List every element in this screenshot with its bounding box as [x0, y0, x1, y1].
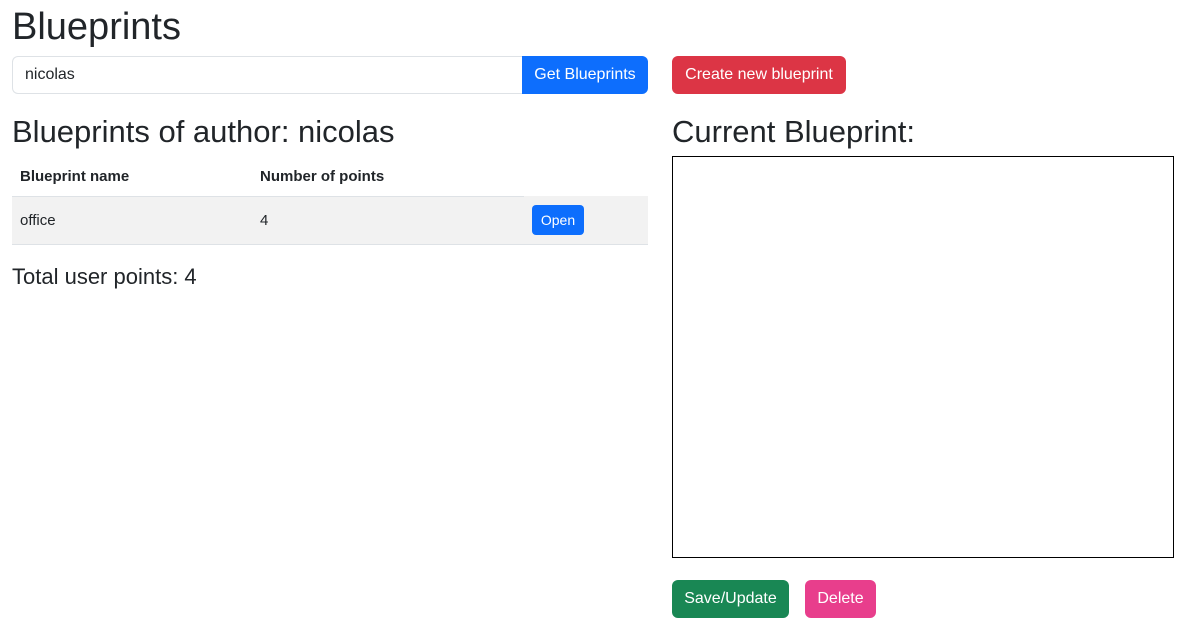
column-header-action [524, 158, 648, 196]
author-heading: Blueprints of author: nicolas [12, 114, 395, 149]
create-blueprint-button[interactable]: Create new blueprint [672, 56, 846, 94]
table-row: office 4 Open [12, 196, 648, 245]
blueprints-table: Blueprint name Number of points office 4… [12, 158, 648, 245]
blueprint-canvas[interactable] [672, 156, 1174, 558]
total-user-points: Total user points: 4 [12, 264, 197, 289]
blueprints-app: Blueprints Get Blueprints Create new blu… [0, 0, 1194, 627]
column-header-points: Number of points [252, 158, 524, 197]
author-search-group: Get Blueprints [12, 56, 648, 94]
column-header-name: Blueprint name [12, 158, 252, 197]
delete-button[interactable]: Delete [805, 580, 876, 618]
save-update-button[interactable]: Save/Update [672, 580, 789, 618]
current-blueprint-heading: Current Blueprint: [672, 114, 915, 149]
open-blueprint-button[interactable]: Open [532, 204, 584, 235]
page-title: Blueprints [12, 6, 181, 48]
blueprint-name-cell: office [12, 196, 252, 245]
table-header-row: Blueprint name Number of points [12, 158, 648, 197]
author-input[interactable] [12, 56, 522, 94]
blueprint-action-cell: Open [524, 196, 648, 245]
get-blueprints-button[interactable]: Get Blueprints [522, 56, 648, 94]
blueprint-points-cell: 4 [252, 196, 524, 245]
